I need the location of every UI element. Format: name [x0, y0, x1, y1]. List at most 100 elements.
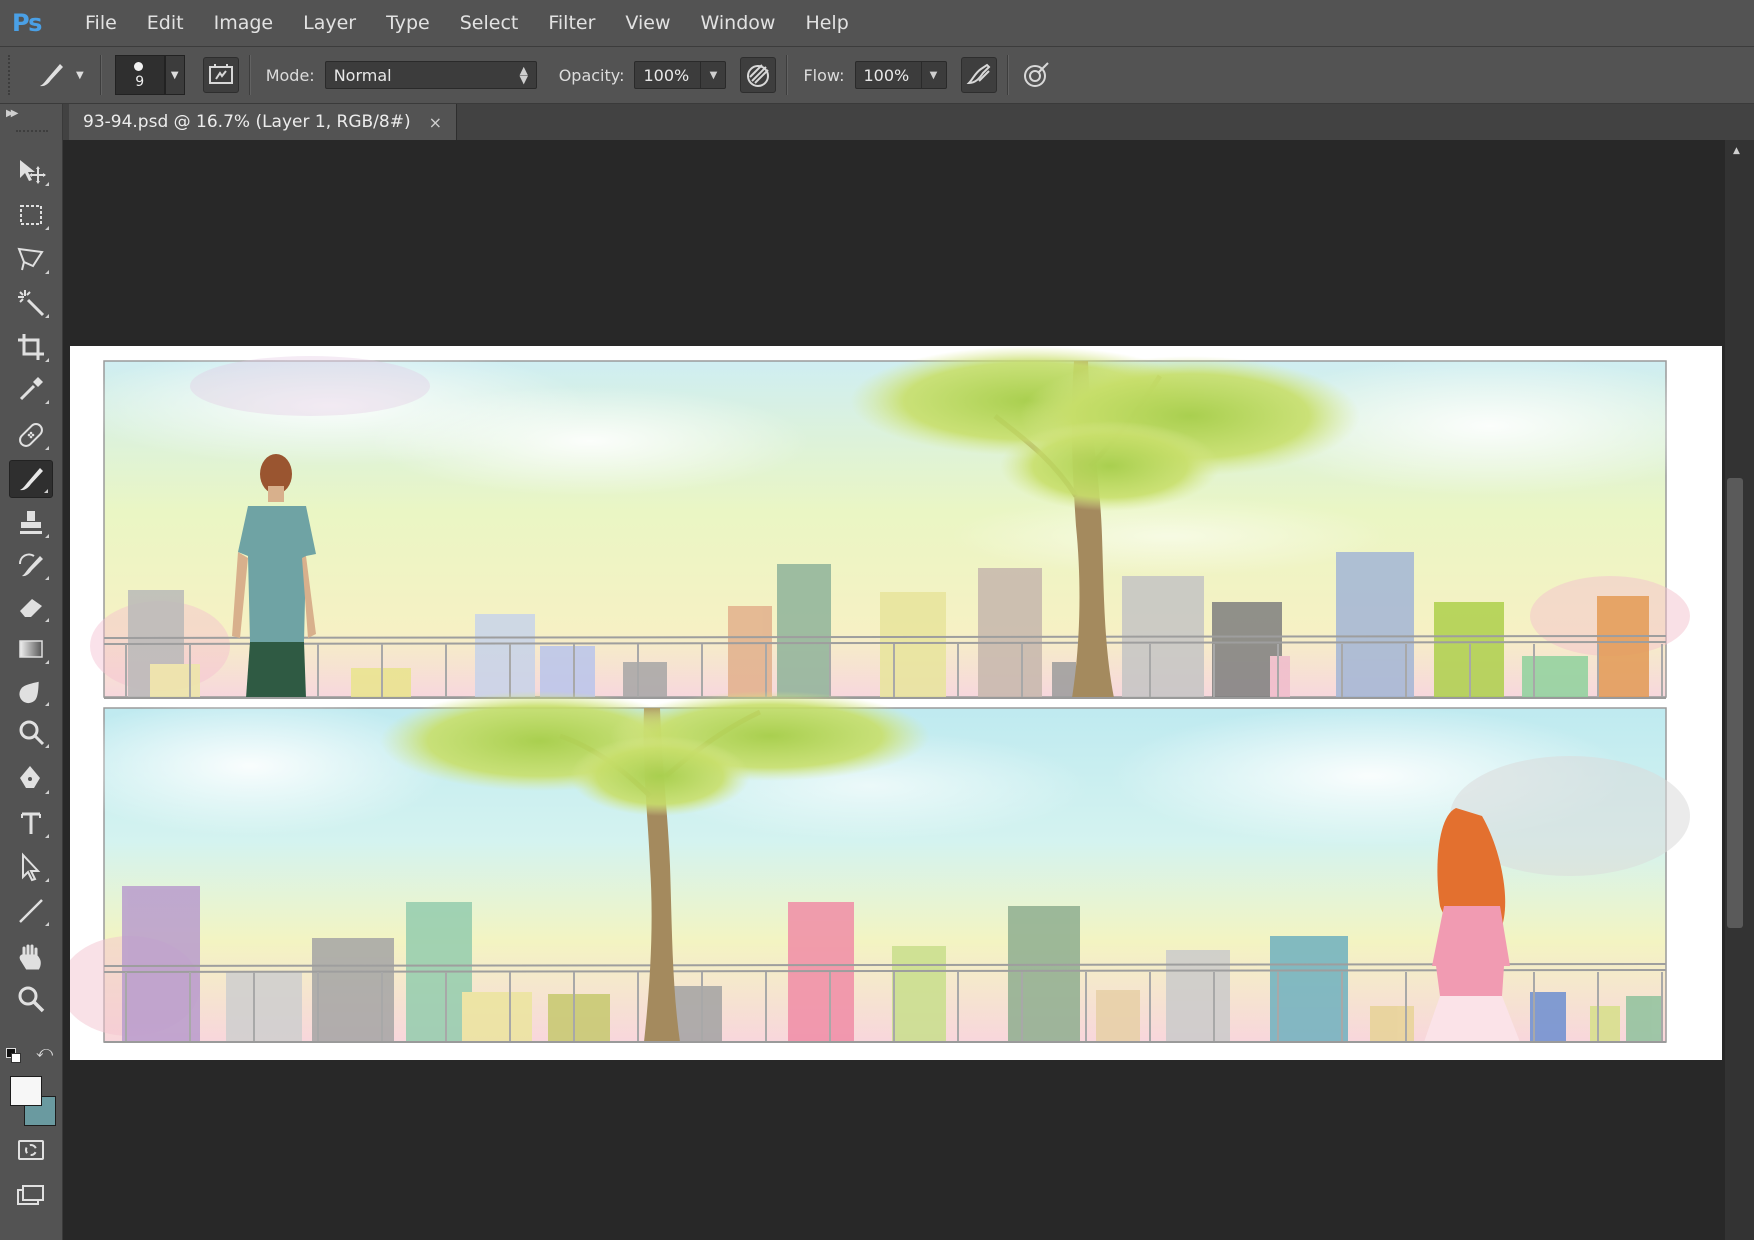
menu-view[interactable]: View: [610, 0, 685, 46]
document-title: 93-94.psd @ 16.7% (Layer 1, RGB/8#): [83, 112, 411, 132]
crop-icon: [18, 334, 44, 360]
options-bar: ▼ 9 ▼ Mode: Normal ▲ ▼ Opacity: 100% ▼ Fl…: [0, 47, 1754, 104]
eraser-icon: [20, 599, 42, 617]
panel-top: [70, 346, 1740, 699]
app-logo: Ps: [12, 9, 42, 37]
move-icon: [20, 160, 46, 184]
history-brush-tool[interactable]: [9, 546, 53, 584]
pressure-opacity-button[interactable]: [740, 57, 777, 93]
brush-panel-icon: [208, 64, 233, 84]
brush-size-picker[interactable]: 9: [114, 55, 165, 95]
crop-tool[interactable]: [9, 328, 53, 366]
menu-select[interactable]: Select: [445, 0, 534, 46]
updown-arrows-icon: ▲ ▼: [519, 64, 528, 86]
menu-image[interactable]: Image: [199, 0, 289, 46]
chevron-down-icon[interactable]: ▼: [76, 70, 84, 81]
screen-mode-icon: [17, 1185, 44, 1205]
foreground-color-swatch[interactable]: [10, 1076, 42, 1106]
gradient-icon: [19, 640, 43, 658]
divider: [786, 55, 788, 95]
clone-stamp-tool[interactable]: [9, 504, 53, 542]
blur-icon: [19, 681, 39, 704]
pressure-size-icon: [1023, 62, 1049, 87]
divider: [1006, 55, 1008, 95]
quick-mask-button[interactable]: [18, 1140, 44, 1160]
divider: [248, 55, 250, 95]
brush-tip-icon: [133, 62, 143, 71]
mode-select[interactable]: Normal ▲ ▼: [324, 61, 537, 89]
brush-icon: [20, 468, 43, 491]
eyedropper-tool[interactable]: [9, 370, 53, 408]
tool-preset-picker[interactable]: ▼: [34, 58, 84, 92]
pressure-size-button[interactable]: [1018, 57, 1054, 93]
history-brush-icon: [19, 553, 43, 577]
menu-type[interactable]: Type: [371, 0, 445, 46]
airbrush-icon: [966, 63, 990, 85]
marquee-icon: [20, 205, 42, 225]
bandage-icon: [19, 423, 43, 447]
scrollbar-thumb[interactable]: [1727, 478, 1743, 928]
chevron-down-icon[interactable]: ▼: [920, 62, 946, 88]
collapse-panel-icon[interactable]: ▶▶: [6, 108, 19, 119]
menu-edit[interactable]: Edit: [132, 0, 199, 46]
brush-panel-toggle[interactable]: [202, 57, 239, 93]
polygonal-lasso-tool[interactable]: [9, 240, 53, 278]
panel-bottom: [50, 691, 1690, 1043]
gradient-tool[interactable]: [9, 630, 53, 668]
arrow-icon: [22, 852, 41, 882]
opacity-label: Opacity:: [558, 65, 625, 85]
brush-size-dropdown[interactable]: ▼: [164, 55, 185, 95]
scroll-up-icon[interactable]: ▲: [1733, 146, 1740, 156]
mode-label: Mode:: [265, 65, 315, 85]
dodge-icon: [19, 720, 45, 746]
menu-layer[interactable]: Layer: [288, 0, 371, 46]
brush-size-value: 9: [135, 74, 145, 90]
options-grip[interactable]: [8, 55, 14, 95]
flow-field[interactable]: 100% ▼: [854, 61, 947, 89]
line-icon: [19, 899, 43, 923]
lasso-icon: [17, 247, 44, 271]
document-tab[interactable]: 93-94.psd @ 16.7% (Layer 1, RGB/8#) ×: [69, 104, 457, 140]
eraser-tool[interactable]: [9, 588, 53, 626]
menu-filter[interactable]: Filter: [533, 0, 610, 46]
magic-wand-tool[interactable]: [9, 284, 53, 322]
opacity-field[interactable]: 100% ▼: [634, 61, 727, 89]
document-tab-bar: 93-94.psd @ 16.7% (Layer 1, RGB/8#) ×: [63, 104, 1754, 140]
dodge-tool[interactable]: [9, 714, 53, 752]
stamp-icon: [20, 511, 42, 534]
magic-wand-icon: [18, 290, 45, 317]
menu-file[interactable]: File: [70, 0, 132, 46]
swap-colors-icon[interactable]: ⤺: [36, 1042, 53, 1062]
default-colors-icon[interactable]: [6, 1048, 21, 1063]
brush-tool[interactable]: [9, 460, 53, 498]
tools-panel: ▶▶ ⤺: [0, 104, 63, 1240]
type-icon: [21, 812, 41, 834]
eyedropper-icon: [19, 377, 43, 401]
path-selection-tool[interactable]: [9, 848, 53, 886]
move-tool[interactable]: [9, 152, 53, 190]
menu-window[interactable]: Window: [686, 0, 791, 46]
panel-grip[interactable]: [16, 130, 48, 136]
pen-icon: [20, 766, 40, 788]
airbrush-button[interactable]: [960, 57, 997, 93]
menu-help[interactable]: Help: [790, 0, 863, 46]
quick-mask-icon: [25, 1144, 37, 1156]
rectangular-marquee-tool[interactable]: [9, 196, 53, 234]
flow-value: 100%: [863, 65, 910, 85]
hand-tool[interactable]: [9, 938, 53, 976]
blur-tool[interactable]: [9, 672, 53, 710]
healing-brush-tool[interactable]: [9, 416, 53, 454]
brush-icon: [40, 64, 63, 87]
flow-label: Flow:: [803, 65, 845, 85]
screen-mode-button[interactable]: [16, 1184, 46, 1208]
close-icon[interactable]: ×: [429, 113, 442, 132]
line-tool[interactable]: [9, 892, 53, 930]
pen-tool[interactable]: [9, 760, 53, 798]
zoom-icon: [18, 986, 45, 1013]
pressure-icon: [747, 64, 770, 87]
zoom-tool[interactable]: [9, 980, 53, 1018]
chevron-down-icon[interactable]: ▼: [700, 62, 725, 88]
document-canvas[interactable]: [50, 346, 1740, 1060]
menu-bar: Ps File Edit Image Layer Type Select Fil…: [0, 0, 1754, 47]
type-tool[interactable]: [9, 804, 53, 842]
